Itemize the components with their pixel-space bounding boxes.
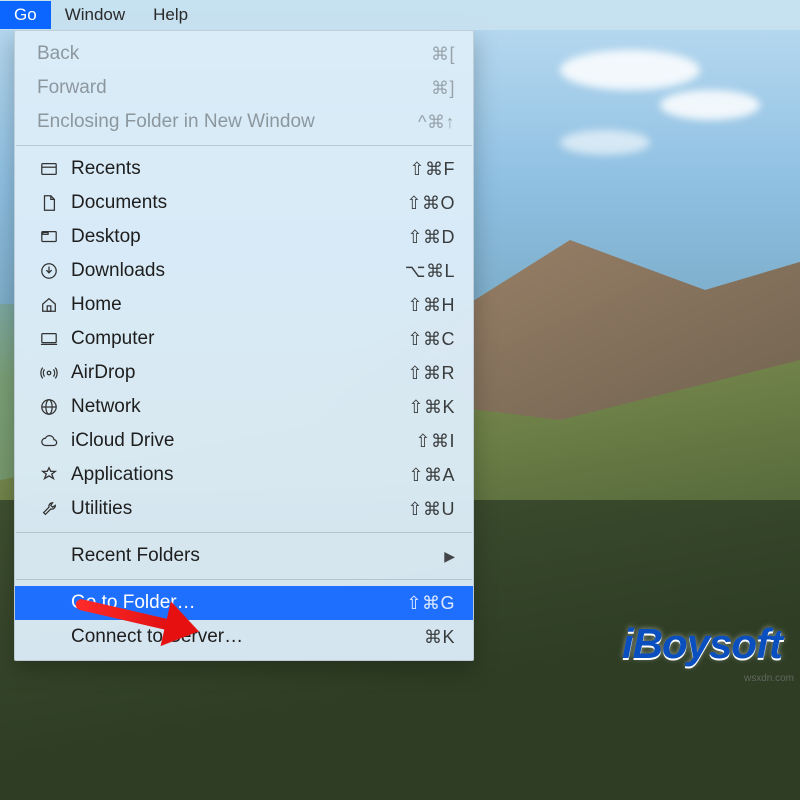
documents-icon <box>37 193 61 213</box>
watermark-small: wsxdn.com <box>744 673 794 684</box>
menu-item-network[interactable]: Network ⇧⌘K <box>15 390 473 424</box>
menu-label: Documents <box>71 192 406 214</box>
downloads-icon <box>37 261 61 281</box>
menu-shortcut: ⇧⌘U <box>407 499 455 520</box>
menu-separator <box>16 579 472 580</box>
menu-label: Back <box>37 43 431 65</box>
go-menu-dropdown: Back ⌘[ Forward ⌘] Enclosing Folder in N… <box>14 30 474 661</box>
recents-icon <box>37 159 61 179</box>
menubar-item-go[interactable]: Go <box>0 1 51 29</box>
menu-item-downloads[interactable]: Downloads ⌥⌘L <box>15 254 473 288</box>
menu-item-utilities[interactable]: Utilities ⇧⌘U <box>15 492 473 526</box>
menu-item-airdrop[interactable]: AirDrop ⇧⌘R <box>15 356 473 390</box>
menu-item-icloud[interactable]: iCloud Drive ⇧⌘I <box>15 424 473 458</box>
network-icon <box>37 397 61 417</box>
home-icon <box>37 295 61 315</box>
menu-item-documents[interactable]: Documents ⇧⌘O <box>15 186 473 220</box>
menubar-item-help[interactable]: Help <box>139 1 202 29</box>
menu-label: Desktop <box>71 226 407 248</box>
menu-shortcut: ⇧⌘D <box>407 227 455 248</box>
menubar-item-window[interactable]: Window <box>51 1 139 29</box>
menu-item-applications[interactable]: Applications ⇧⌘A <box>15 458 473 492</box>
utilities-icon <box>37 499 61 519</box>
menu-separator <box>16 145 472 146</box>
computer-icon <box>37 329 61 349</box>
menu-shortcut: ⌘K <box>424 627 455 648</box>
menu-shortcut: ⇧⌘R <box>407 363 455 384</box>
menu-shortcut: ⇧⌘C <box>407 329 455 350</box>
menu-separator <box>16 532 472 533</box>
menu-shortcut: ⇧⌘O <box>406 193 455 214</box>
airdrop-icon <box>37 363 61 383</box>
menu-item-back: Back ⌘[ <box>15 37 473 71</box>
menu-label: Home <box>71 294 407 316</box>
menu-shortcut: ⇧⌘G <box>406 593 455 614</box>
menu-item-home[interactable]: Home ⇧⌘H <box>15 288 473 322</box>
menu-shortcut: ⇧⌘F <box>409 159 455 180</box>
menu-label: Recents <box>71 158 409 180</box>
menu-shortcut: ⌘[ <box>431 44 455 65</box>
menu-label: AirDrop <box>71 362 407 384</box>
menu-item-recents[interactable]: Recents ⇧⌘F <box>15 152 473 186</box>
desktop-icon <box>37 227 61 247</box>
menu-label: Go to Folder… <box>71 592 406 614</box>
menu-label: Enclosing Folder in New Window <box>37 111 418 133</box>
menu-label: Utilities <box>71 498 407 520</box>
menu-label: Forward <box>37 77 431 99</box>
watermark-logo: iBoysoft <box>622 620 782 668</box>
menu-item-go-to-folder[interactable]: Go to Folder… ⇧⌘G <box>15 586 473 620</box>
menu-shortcut: ^⌘↑ <box>418 112 455 133</box>
submenu-arrow-icon: ▶ <box>444 548 455 565</box>
applications-icon <box>37 465 61 485</box>
menu-label: Recent Folders <box>71 545 444 567</box>
menu-label: iCloud Drive <box>71 430 415 452</box>
menu-label: Computer <box>71 328 407 350</box>
menu-shortcut: ⇧⌘I <box>415 431 455 452</box>
menu-item-recent-folders[interactable]: Recent Folders ▶ <box>15 539 473 573</box>
menu-item-desktop[interactable]: Desktop ⇧⌘D <box>15 220 473 254</box>
menu-label: Downloads <box>71 260 405 282</box>
menu-label: Applications <box>71 464 408 486</box>
menu-item-computer[interactable]: Computer ⇧⌘C <box>15 322 473 356</box>
menu-label: Connect to Server… <box>71 626 424 648</box>
menu-shortcut: ⇧⌘K <box>408 397 455 418</box>
watermark-text: iBoysoft <box>622 620 782 667</box>
menu-label: Network <box>71 396 408 418</box>
menubar: Go Window Help <box>0 0 800 30</box>
menu-shortcut: ⌥⌘L <box>405 261 455 282</box>
menu-shortcut: ⇧⌘A <box>408 465 455 486</box>
menu-item-enclosing-folder: Enclosing Folder in New Window ^⌘↑ <box>15 105 473 139</box>
icloud-icon <box>37 431 61 451</box>
menu-shortcut: ⇧⌘H <box>407 295 455 316</box>
menu-item-forward: Forward ⌘] <box>15 71 473 105</box>
menu-item-connect-to-server[interactable]: Connect to Server… ⌘K <box>15 620 473 654</box>
menu-shortcut: ⌘] <box>431 78 455 99</box>
